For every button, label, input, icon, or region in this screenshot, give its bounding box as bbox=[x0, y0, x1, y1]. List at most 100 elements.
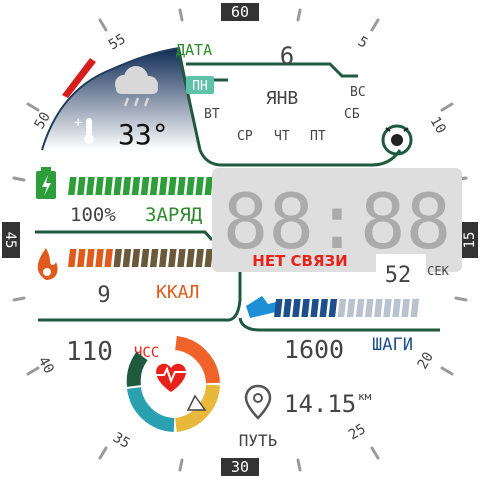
calorie-bar-9 bbox=[149, 249, 159, 267]
bezel-10: 10 bbox=[427, 114, 449, 137]
battery-bar-1 bbox=[77, 177, 86, 195]
battery-bar-6 bbox=[122, 177, 132, 195]
bezel-15: 15 bbox=[462, 232, 478, 249]
battery-bar-2 bbox=[86, 177, 95, 195]
calorie-bar-3 bbox=[95, 249, 104, 267]
date-label: ДАТА bbox=[176, 41, 212, 59]
bezel-30: 30 bbox=[231, 458, 249, 476]
steps-bar-2 bbox=[292, 299, 301, 317]
steps-level-bars bbox=[274, 299, 419, 317]
date-month: ЯНВ bbox=[266, 88, 299, 109]
battery-bar-9 bbox=[149, 177, 159, 195]
battery-level-bars bbox=[68, 177, 213, 195]
bezel-25: 25 bbox=[346, 421, 369, 443]
battery-percent: 100% bbox=[70, 204, 116, 226]
flame-icon bbox=[37, 248, 58, 280]
divider-line-3 bbox=[238, 317, 440, 332]
location-pin-icon bbox=[244, 384, 272, 420]
temperature-sign: + bbox=[74, 115, 82, 131]
battery-bar-4 bbox=[104, 177, 113, 195]
calorie-bar-7 bbox=[131, 249, 141, 267]
battery-bar-8 bbox=[140, 177, 150, 195]
weekday-wed: СР bbox=[237, 129, 253, 144]
steps-bar-12 bbox=[383, 299, 392, 317]
bezel-left-box: 45 bbox=[2, 222, 20, 258]
calorie-bar-15 bbox=[204, 249, 213, 267]
battery-bar-5 bbox=[113, 177, 122, 195]
alarm-icon[interactable] bbox=[381, 124, 413, 156]
bezel-top-box: 60 bbox=[221, 3, 259, 21]
weekday-mon: ПН bbox=[192, 79, 208, 94]
seconds-value: 52 bbox=[385, 263, 412, 288]
bezel-45: 45 bbox=[2, 232, 18, 249]
steps-bar-0 bbox=[274, 299, 283, 317]
calorie-bar-0 bbox=[68, 249, 77, 267]
calorie-bar-12 bbox=[177, 249, 186, 267]
weekday-fri: ПТ bbox=[310, 129, 326, 144]
time-display: 88:88 НЕТ СВЯЗИ 52 СЕК bbox=[212, 168, 462, 288]
steps-bar-10 bbox=[365, 299, 374, 317]
steps-bar-1 bbox=[283, 299, 292, 317]
steps-value: 1600 bbox=[284, 335, 344, 364]
steps-bar-13 bbox=[392, 299, 401, 317]
steps-label: ШАГИ bbox=[372, 335, 413, 355]
calorie-bar-4 bbox=[104, 249, 113, 267]
date-day: 6 bbox=[280, 42, 294, 70]
seconds-label: СЕК bbox=[427, 264, 449, 278]
battery-bar-10 bbox=[159, 177, 168, 195]
steps-bar-9 bbox=[355, 299, 365, 317]
calorie-bar-10 bbox=[159, 249, 168, 267]
heart-rate-icon bbox=[156, 363, 186, 392]
shoe-icon bbox=[246, 296, 276, 318]
bezel-right-box: 15 bbox=[460, 222, 478, 258]
weekday-tue: ВТ bbox=[204, 107, 220, 122]
calorie-bar-2 bbox=[86, 249, 95, 267]
bezel-35: 35 bbox=[110, 430, 133, 452]
battery-bar-15 bbox=[204, 177, 213, 195]
battery-bar-11 bbox=[168, 177, 177, 195]
steps-bar-14 bbox=[401, 299, 410, 317]
weekday-sat: СБ bbox=[344, 107, 360, 122]
distance-unit: км bbox=[358, 390, 372, 403]
steps-bar-4 bbox=[310, 299, 319, 317]
bezel-20: 20 bbox=[415, 349, 437, 372]
battery-bar-13 bbox=[186, 177, 195, 195]
steps-bar-11 bbox=[374, 299, 383, 317]
calorie-bar-11 bbox=[168, 249, 177, 267]
steps-bar-8 bbox=[346, 299, 356, 317]
calorie-bar-1 bbox=[77, 249, 86, 267]
calorie-level-bars bbox=[68, 249, 213, 267]
battery-label: ЗАРЯД bbox=[145, 204, 203, 226]
watch-face: 60 30 45 15 5 10 20 25 35 40 50 55 + 33°… bbox=[2, 3, 478, 476]
calories-value: 9 bbox=[97, 283, 110, 308]
steps-bar-7 bbox=[337, 299, 347, 317]
bezel-bottom-box: 30 bbox=[221, 458, 259, 476]
weekday-active-badge: ПН bbox=[186, 76, 214, 94]
steps-bar-15 bbox=[410, 299, 419, 317]
bezel-5: 5 bbox=[355, 34, 370, 52]
calorie-bar-13 bbox=[186, 249, 195, 267]
bezel-60: 60 bbox=[231, 3, 249, 21]
battery-bar-0 bbox=[68, 177, 77, 195]
bezel-55: 55 bbox=[106, 31, 129, 53]
distance-value: 14.15 bbox=[284, 390, 356, 418]
weather-panel: + 33° bbox=[41, 47, 200, 151]
bezel-40: 40 bbox=[35, 354, 57, 377]
weekday-thu: ЧТ bbox=[274, 129, 290, 144]
calorie-bar-8 bbox=[140, 249, 150, 267]
steps-bar-6 bbox=[328, 299, 338, 317]
battery-bar-14 bbox=[195, 177, 204, 195]
heart-rate-value: 110 bbox=[66, 337, 113, 367]
steps-bar-3 bbox=[301, 299, 310, 317]
battery-bar-3 bbox=[95, 177, 104, 195]
divider-line-1 bbox=[35, 230, 214, 241]
temperature-value: 33° bbox=[118, 118, 169, 151]
divider-line-2 bbox=[38, 270, 242, 322]
battery-bar-7 bbox=[131, 177, 141, 195]
calorie-bar-5 bbox=[113, 249, 122, 267]
distance-label: ПУТЬ bbox=[239, 431, 278, 450]
connection-status: НЕТ СВЯЗИ bbox=[252, 252, 347, 270]
weekday-sun: ВС bbox=[350, 85, 366, 100]
steps-bar-5 bbox=[319, 299, 328, 317]
calorie-bar-6 bbox=[122, 249, 132, 267]
